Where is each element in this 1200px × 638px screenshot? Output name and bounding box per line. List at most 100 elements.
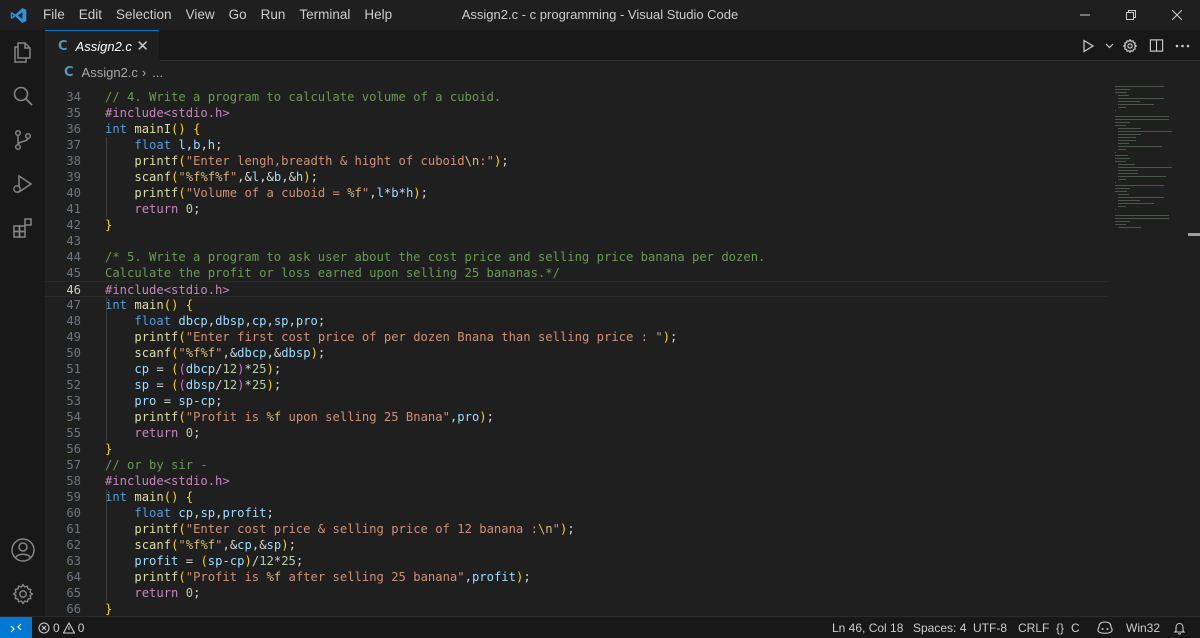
breadcrumb-symbols[interactable]: ...	[152, 65, 163, 80]
code-text[interactable]: // or by sir -	[105, 457, 208, 473]
code-line[interactable]: 56}	[45, 441, 1108, 457]
code-line[interactable]: 41 return 0;	[45, 201, 1108, 217]
minimize-button[interactable]	[1062, 0, 1108, 30]
problems-indicator[interactable]: 0 0	[38, 617, 84, 638]
code-line[interactable]: 57 // or by sir -	[45, 457, 1108, 473]
code-text[interactable]: }	[105, 601, 112, 616]
close-window-button[interactable]	[1154, 0, 1200, 30]
code-text[interactable]: scanf("%f%f",&dbcp,&dbsp);	[105, 345, 325, 361]
code-line[interactable]: 60 float cp,sp,profit;	[45, 505, 1108, 521]
tab-close-button[interactable]: ✕	[136, 37, 149, 55]
code-text[interactable]: printf("Volume of a cuboid = %f",l*b*h);	[105, 185, 428, 201]
menu-run[interactable]: Run	[254, 0, 293, 30]
tab-assign2-c[interactable]: C Assign2.c ✕	[45, 30, 159, 61]
code-text[interactable]: float dbcp,dbsp,cp,sp,pro;	[105, 313, 325, 329]
code-text[interactable]: // 4. Write a program to calculate volum…	[105, 89, 501, 105]
cursor-position[interactable]: Ln 46, Col 18	[832, 617, 903, 638]
code-text[interactable]: printf("Profit is %f upon selling 25 Bna…	[105, 409, 494, 425]
code-line[interactable]: 62 scanf("%f%f",&cp,&sp);	[45, 537, 1108, 553]
copilot-button[interactable]	[1097, 617, 1113, 638]
code-text[interactable]: #include<stdio.h>	[105, 282, 230, 298]
platform-indicator[interactable]: Win32	[1126, 617, 1160, 638]
code-text[interactable]: return 0;	[105, 585, 200, 601]
code-text[interactable]: cp = ((dbcp/12)*25);	[105, 361, 281, 377]
menu-file[interactable]: File	[36, 0, 72, 30]
run-dropdown-button[interactable]	[1102, 34, 1116, 58]
code-line[interactable]: 59 int main() {	[45, 489, 1108, 505]
code-text[interactable]: int main() {	[105, 489, 193, 505]
source-control-button[interactable]	[0, 118, 45, 162]
code-line[interactable]: 63 profit = (sp-cp)/12*25;	[45, 553, 1108, 569]
code-text[interactable]: sp = ((dbsp/12)*25);	[105, 377, 281, 393]
accounts-button[interactable]	[0, 528, 45, 572]
code-line[interactable]: 58 #include<stdio.h>	[45, 473, 1108, 489]
code-line[interactable]: 64 printf("Profit is %f after selling 25…	[45, 569, 1108, 585]
code-text[interactable]: profit = (sp-cp)/12*25;	[105, 553, 303, 569]
explorer-button[interactable]	[0, 30, 45, 74]
code-text[interactable]: Calculate the profit or loss earned upon…	[105, 265, 560, 281]
menu-help[interactable]: Help	[357, 0, 399, 30]
code-line[interactable]: 38 printf("Enter lengh,breadth & hight o…	[45, 153, 1108, 169]
code-line[interactable]: 43	[45, 233, 1108, 249]
code-text[interactable]: }	[105, 441, 112, 457]
code-text[interactable]: }	[105, 217, 112, 233]
code-line[interactable]: 52 sp = ((dbsp/12)*25);	[45, 377, 1108, 393]
code-line[interactable]: 66}	[45, 601, 1108, 616]
more-actions-button[interactable]	[1170, 34, 1194, 58]
restore-button[interactable]	[1108, 0, 1154, 30]
code-text[interactable]: float cp,sp,profit;	[105, 505, 273, 521]
search-button[interactable]	[0, 74, 45, 118]
remote-indicator-button[interactable]	[0, 617, 32, 638]
code-text[interactable]: pro = sp-cp;	[105, 393, 222, 409]
notifications-button[interactable]	[1173, 617, 1186, 638]
split-editor-button[interactable]	[1144, 34, 1168, 58]
code-text[interactable]: /* 5. Write a program to ask user about …	[105, 249, 765, 265]
code-line[interactable]: 34 // 4. Write a program to calculate vol…	[45, 89, 1108, 105]
code-text[interactable]: #include<stdio.h>	[105, 105, 230, 121]
code-line[interactable]: 46 #include<stdio.h>	[45, 281, 1108, 297]
code-line[interactable]: 40 printf("Volume of a cuboid = %f",l*b*…	[45, 185, 1108, 201]
code-line[interactable]: 37 float l,b,h;	[45, 137, 1108, 153]
code-line[interactable]: 44 /* 5. Write a program to ask user abou…	[45, 249, 1108, 265]
code-text[interactable]: float l,b,h;	[105, 137, 222, 153]
code-text[interactable]: return 0;	[105, 201, 200, 217]
code-line[interactable]: 55 return 0;	[45, 425, 1108, 441]
code-text[interactable]: #include<stdio.h>	[105, 473, 230, 489]
code-line[interactable]: 65 return 0;	[45, 585, 1108, 601]
code-editor[interactable]: 34 // 4. Write a program to calculate vol…	[45, 83, 1200, 616]
code-text[interactable]: printf("Enter cost price & selling price…	[105, 521, 574, 537]
code-text[interactable]: int mainI() {	[105, 121, 200, 137]
code-line[interactable]: 35 #include<stdio.h>	[45, 105, 1108, 121]
code-text[interactable]: printf("Enter first cost price of per do…	[105, 329, 677, 345]
menu-view[interactable]: View	[179, 0, 222, 30]
code-text[interactable]: return 0;	[105, 425, 200, 441]
language-mode[interactable]: {} C	[1056, 617, 1080, 638]
manage-button[interactable]	[0, 572, 45, 616]
menu-terminal[interactable]: Terminal	[292, 0, 357, 30]
code-line[interactable]: 53 pro = sp-cp;	[45, 393, 1108, 409]
code-text[interactable]: printf("Profit is %f after selling 25 ba…	[105, 569, 530, 585]
settings-button[interactable]	[1118, 34, 1142, 58]
code-line[interactable]: 51 cp = ((dbcp/12)*25);	[45, 361, 1108, 377]
code-line[interactable]: 49 printf("Enter first cost price of per…	[45, 329, 1108, 345]
code-text[interactable]: int main() {	[105, 297, 193, 313]
run-debug-button[interactable]	[0, 162, 45, 206]
menu-go[interactable]: Go	[222, 0, 254, 30]
code-line[interactable]: 47 int main() {	[45, 297, 1108, 313]
menu-edit[interactable]: Edit	[72, 0, 109, 30]
code-line[interactable]: 39 scanf("%f%f%f",&l,&b,&h);	[45, 169, 1108, 185]
scrollbar-thumb[interactable]	[1188, 233, 1200, 236]
indentation-setting[interactable]: Spaces: 4	[913, 617, 966, 638]
breadcrumb-file[interactable]: Assign2.c	[82, 65, 138, 80]
code-line[interactable]: 54 printf("Profit is %f upon selling 25 …	[45, 409, 1108, 425]
code-text[interactable]: scanf("%f%f",&cp,&sp);	[105, 537, 296, 553]
run-file-button[interactable]	[1076, 34, 1100, 58]
code-line[interactable]: 61 printf("Enter cost price & selling pr…	[45, 521, 1108, 537]
code-line[interactable]: 36 int mainI() {	[45, 121, 1108, 137]
code-text[interactable]: printf("Enter lengh,breadth & hight of c…	[105, 153, 508, 169]
code-line[interactable]: 48 float dbcp,dbsp,cp,sp,pro;	[45, 313, 1108, 329]
encoding-setting[interactable]: UTF-8	[973, 617, 1007, 638]
eol-setting[interactable]: CRLF	[1018, 617, 1049, 638]
code-line[interactable]: 42}	[45, 217, 1108, 233]
code-line[interactable]: 50 scanf("%f%f",&dbcp,&dbsp);	[45, 345, 1108, 361]
